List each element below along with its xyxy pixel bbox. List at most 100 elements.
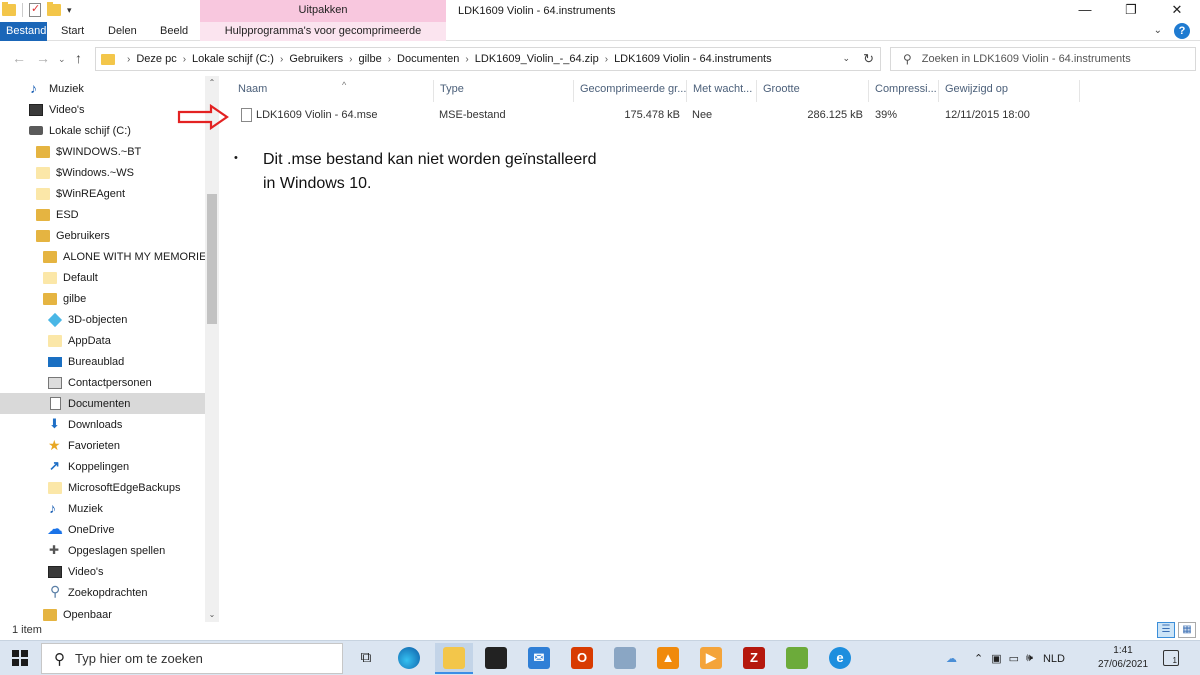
column-header-password[interactable]: Met wacht... — [687, 80, 757, 102]
table-row[interactable]: LDK1609 Violin - 64.mse MSE-bestand 175.… — [233, 104, 1083, 126]
refresh-icon[interactable]: ↻ — [863, 51, 874, 67]
chevron-right-icon[interactable]: › — [465, 54, 468, 65]
chevron-down-icon[interactable]: ▾ — [67, 5, 72, 16]
forward-arrow-icon[interactable]: → — [36, 50, 50, 66]
nav-item-opgeslagen-spellen[interactable]: Opgeslagen spellen — [0, 540, 205, 561]
image-viewer-icon[interactable] — [786, 647, 808, 669]
help-button[interactable]: ? — [1174, 23, 1190, 39]
nav-item-zoekopdrachten[interactable]: Zoekopdrachten — [0, 582, 205, 603]
breadcrumb-item[interactable]: Lokale schijf (C:) — [192, 53, 274, 65]
nav-item-microsoftedgebackups[interactable]: MicrosoftEdgeBackups — [0, 477, 205, 498]
language-indicator[interactable]: NLD — [1043, 653, 1065, 665]
nav-item-onedrive[interactable]: OneDrive — [0, 519, 205, 540]
chevron-right-icon[interactable]: › — [388, 54, 391, 65]
properties-icon[interactable] — [29, 2, 41, 17]
breadcrumb-item[interactable]: Deze pc — [136, 53, 176, 65]
nav-item-local-disk[interactable]: Lokale schijf (C:) — [0, 120, 205, 141]
nav-item-gebruikers[interactable]: Gebruikers — [0, 225, 205, 246]
filezilla-icon[interactable]: Z — [743, 647, 765, 669]
recent-locations-icon[interactable]: ⌄ — [58, 54, 66, 65]
search-input[interactable]: ⚲ Zoeken in LDK1609 Violin - 64.instrume… — [890, 47, 1196, 71]
nav-item-windows-ws[interactable]: $Windows.~WS — [0, 162, 205, 183]
nav-item-documenten[interactable]: Documenten — [0, 393, 205, 414]
breadcrumb-item[interactable]: gilbe — [358, 53, 381, 65]
nav-item-windows-bt[interactable]: $WINDOWS.~BT — [0, 141, 205, 162]
breadcrumb-item[interactable]: Gebruikers — [289, 53, 343, 65]
breadcrumb-item[interactable]: Documenten — [397, 53, 459, 65]
back-arrow-icon[interactable]: ← — [12, 50, 26, 66]
chevron-down-icon[interactable]: ⌄ — [205, 608, 219, 622]
column-header-size[interactable]: Grootte — [757, 80, 869, 102]
tab-bestand[interactable]: Bestand — [0, 22, 47, 41]
column-header-ratio[interactable]: Compressi... — [869, 80, 939, 102]
windows-start-icon[interactable] — [12, 650, 28, 666]
chevron-right-icon[interactable]: › — [127, 54, 130, 65]
chevron-up-icon[interactable]: ⌃ — [205, 76, 219, 90]
context-tab-header: Uitpakken — [200, 0, 446, 22]
app-window-icon[interactable] — [614, 647, 636, 669]
taskbar-search-input[interactable]: ⚲ Typ hier om te zoeken — [41, 643, 343, 674]
column-header-type[interactable]: Type — [434, 80, 574, 102]
nav-item-videos[interactable]: Video's — [0, 99, 205, 120]
chevron-down-icon[interactable]: ⌄ — [1154, 25, 1162, 36]
file-explorer-icon[interactable] — [443, 647, 465, 669]
nav-item-3d-objects[interactable]: 3D-objecten — [0, 309, 205, 330]
nav-item-koppelingen[interactable]: Koppelingen — [0, 456, 205, 477]
edge-icon[interactable] — [398, 647, 420, 669]
nav-item-downloads[interactable]: Downloads — [0, 414, 205, 435]
camera-icon[interactable]: ▣ — [991, 652, 1001, 665]
chevron-right-icon[interactable]: › — [183, 54, 186, 65]
nav-item-openbaar[interactable]: Openbaar — [0, 604, 205, 622]
nav-item-gilbe[interactable]: gilbe — [0, 288, 205, 309]
tab-beeld[interactable]: Beeld — [153, 22, 195, 41]
network-icon[interactable]: ▭ — [1009, 652, 1019, 665]
large-icons-view-icon[interactable]: ▦ — [1178, 622, 1196, 638]
nav-item-esd[interactable]: ESD — [0, 204, 205, 225]
volume-icon[interactable]: 🕪 — [1026, 652, 1033, 665]
maximize-button[interactable]: ❐ — [1108, 0, 1154, 22]
office-icon[interactable]: O — [571, 647, 593, 669]
chevron-right-icon[interactable]: › — [605, 54, 608, 65]
internet-explorer-icon[interactable]: e — [829, 647, 851, 669]
notification-icon[interactable]: 1 — [1163, 650, 1179, 666]
column-header-modified[interactable]: Gewijzigd op — [939, 80, 1080, 102]
nav-scrollbar[interactable]: ⌃ ⌄ — [205, 76, 219, 622]
new-folder-icon[interactable] — [47, 2, 61, 16]
tab-delen[interactable]: Delen — [101, 22, 144, 41]
details-view-icon[interactable]: ☰ — [1157, 622, 1175, 638]
nav-item-contactpersonen[interactable]: Contactpersonen — [0, 372, 205, 393]
cloud-icon[interactable]: ☁ — [946, 652, 957, 665]
nav-item-favorieten[interactable]: Favorieten — [0, 435, 205, 456]
media-player-icon[interactable]: ▶ — [700, 647, 722, 669]
nav-item-videos-user[interactable]: Video's — [0, 561, 205, 582]
breadcrumb-item[interactable]: LDK1609_Violin_-_64.zip — [475, 53, 599, 65]
nav-item-winreagent[interactable]: $WinREAgent — [0, 183, 205, 204]
task-view-icon[interactable]: ⧉ — [355, 647, 377, 669]
up-arrow-icon[interactable]: ↑ — [75, 50, 82, 66]
breadcrumb-item[interactable]: LDK1609 Violin - 64.instruments — [614, 53, 772, 65]
sort-up-icon: ^ — [342, 80, 347, 90]
folder-icon[interactable] — [2, 2, 16, 16]
chevron-right-icon[interactable]: › — [349, 54, 352, 65]
clock[interactable]: 1:41 27/06/2021 — [1093, 644, 1153, 672]
chevron-down-icon[interactable]: ⌄ — [842, 53, 850, 64]
nav-item-muziek-user[interactable]: Muziek — [0, 498, 205, 519]
close-button[interactable]: ✕ — [1154, 0, 1200, 22]
store-icon[interactable] — [485, 647, 507, 669]
column-header-name[interactable]: Naam ^ — [232, 80, 434, 102]
nav-item-bureaublad[interactable]: Bureaublad — [0, 351, 205, 372]
address-bar[interactable]: › Deze pc › Lokale schijf (C:) › Gebruik… — [95, 47, 881, 71]
mail-icon[interactable]: ✉ — [528, 647, 550, 669]
tab-start[interactable]: Start — [54, 22, 91, 41]
minimize-button[interactable]: — — [1062, 0, 1108, 22]
nav-item-muziek[interactable]: Muziek — [0, 78, 205, 99]
chevron-right-icon[interactable]: › — [280, 54, 283, 65]
chevron-up-icon[interactable]: ⌃ — [974, 652, 983, 665]
scrollbar-thumb[interactable] — [207, 194, 217, 324]
vlc-icon[interactable]: ▲ — [657, 647, 679, 669]
column-header-compressed-size[interactable]: Gecomprimeerde gr... — [574, 80, 687, 102]
nav-item-alone-with-my-memories[interactable]: ALONE WITH MY MEMORIES — [0, 246, 205, 267]
nav-item-default[interactable]: Default — [0, 267, 205, 288]
nav-item-appdata[interactable]: AppData — [0, 330, 205, 351]
tab-compressed-folder-tools[interactable]: Hulpprogramma's voor gecomprimeerde mapp… — [200, 22, 446, 55]
